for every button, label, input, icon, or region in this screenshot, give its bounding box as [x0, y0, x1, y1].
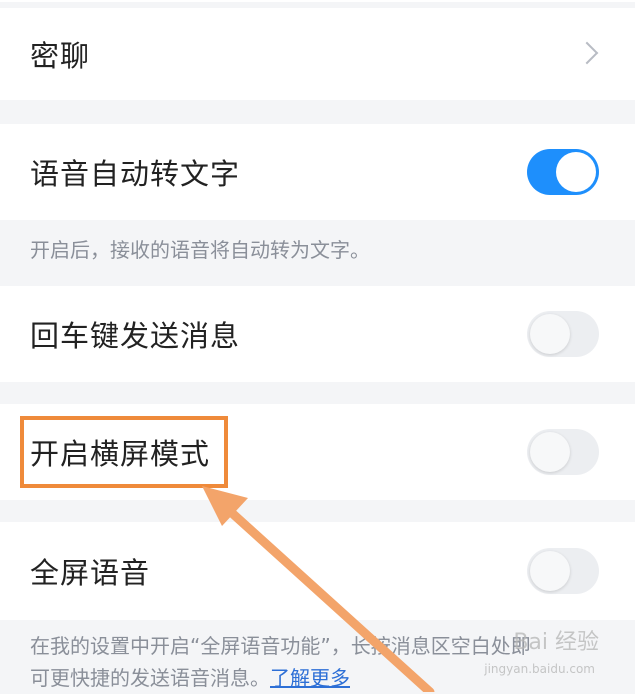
annotation-arrow-icon [202, 486, 435, 692]
baidu-watermark: Bai 经验 [513, 630, 599, 655]
baidu-watermark-url: jingyan.baidu.com [484, 662, 595, 676]
